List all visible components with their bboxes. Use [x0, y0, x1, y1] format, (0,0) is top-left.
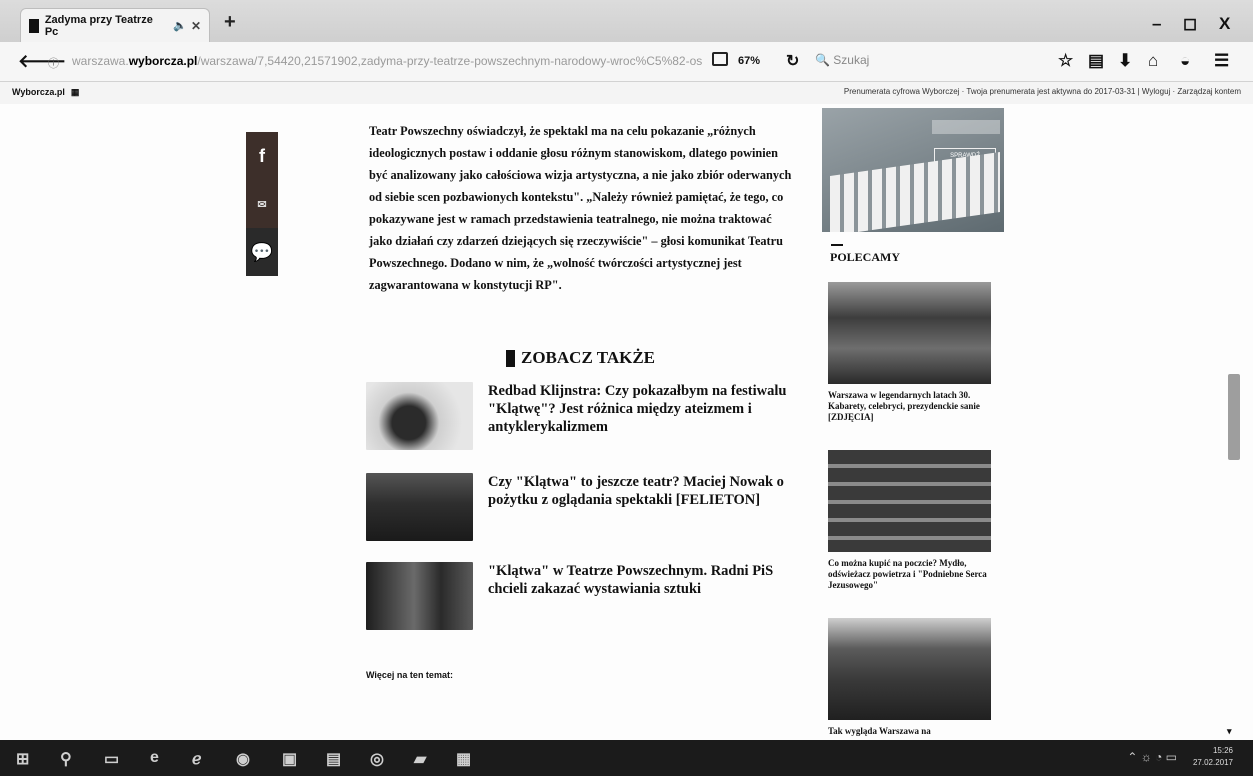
- internet-explorer-icon[interactable]: ℯ: [192, 749, 201, 769]
- related-article[interactable]: "Klątwa" w Teatrze Powszechnym. Radni Pi…: [366, 562, 806, 632]
- comments-button[interactable]: 💬: [246, 228, 278, 276]
- subscription-info[interactable]: Prenumerata cyfrowa Wyborczej · Twoja pr…: [844, 87, 1241, 96]
- url-path: /warszawa/7,54420,21571902,zadyma-przy-t…: [197, 54, 703, 68]
- section-marker-icon: [506, 349, 515, 367]
- site-info-icon[interactable]: ⓘ: [48, 55, 59, 71]
- minimize-button[interactable]: –: [1152, 14, 1161, 34]
- firefox-icon[interactable]: ◉: [236, 749, 250, 769]
- related-article[interactable]: Czy "Klątwa" to jeszcze teatr? Maciej No…: [366, 473, 806, 543]
- system-tray-icons[interactable]: ⌃ ☼ ◔ ▭: [1127, 750, 1177, 764]
- url-domain: wyborcza.pl: [128, 54, 198, 68]
- share-bar: f ✉ 💬: [246, 132, 278, 276]
- section-divider: [831, 244, 843, 246]
- related-article-title[interactable]: "Klątwa" w Teatrze Powszechnym. Radni Pi…: [488, 562, 798, 598]
- pocket-icon[interactable]: ◒: [1180, 51, 1190, 71]
- file-explorer-icon[interactable]: ▰: [414, 749, 426, 769]
- comment-icon: 💬: [250, 241, 274, 262]
- back-arrow-icon[interactable]: 🡐: [18, 51, 66, 72]
- tab-strip: Zadyma przy Teatrze Pc 🔈 ✕ + – ◻ X: [0, 0, 1253, 42]
- close-tab-icon[interactable]: ✕: [191, 19, 201, 33]
- speaker-icon[interactable]: 🔈: [173, 19, 187, 32]
- menu-grid-icon[interactable]: ▦: [71, 87, 80, 97]
- maximize-button[interactable]: ◻: [1183, 14, 1197, 34]
- site-logo-text: Wyborcza.pl: [12, 87, 65, 97]
- article-paragraph: Teatr Powszechny oświadczył, że spektakl…: [369, 124, 792, 292]
- recommended-caption[interactable]: Co można kupić na poczcie? Mydło, odświe…: [828, 558, 993, 591]
- navigation-toolbar: 🡐 ⓘ warszawa.wyborcza.pl/warszawa/7,5442…: [0, 42, 1253, 82]
- media-player-icon[interactable]: ◎: [370, 749, 384, 769]
- recommended-caption[interactable]: Warszawa w legendarnych latach 30. Kabar…: [828, 390, 993, 423]
- menu-icon[interactable]: ☰: [1214, 51, 1229, 71]
- word-icon[interactable]: ▤: [326, 749, 341, 769]
- reload-icon[interactable]: ↻: [786, 51, 799, 71]
- url-prefix: warszawa.: [72, 54, 129, 68]
- search-input[interactable]: 🔍 Szukaj: [815, 53, 869, 67]
- home-icon[interactable]: ⌂: [1148, 51, 1158, 71]
- recommended-caption[interactable]: Tak wygląda Warszawa na: [828, 726, 993, 737]
- tab-title: Zadyma przy Teatrze Pc: [44, 13, 153, 38]
- task-view-icon[interactable]: ▭: [104, 749, 119, 769]
- browser-tab[interactable]: Zadyma przy Teatrze Pc 🔈 ✕: [20, 8, 210, 42]
- clock[interactable]: 15:26 27.02.2017: [1193, 745, 1233, 769]
- search-placeholder: Szukaj: [833, 53, 870, 67]
- more-on-topic-label: Więcej na ten temat:: [366, 670, 453, 680]
- clock-time: 15:26: [1212, 746, 1233, 755]
- related-article-thumbnail[interactable]: [366, 382, 473, 450]
- reader-view-icon[interactable]: [712, 52, 728, 66]
- facebook-icon: f: [259, 145, 265, 166]
- new-tab-button[interactable]: +: [224, 11, 236, 34]
- edge-icon[interactable]: e: [150, 749, 159, 767]
- wyborcza-favicon-icon: [29, 18, 39, 33]
- related-article-thumbnail[interactable]: [366, 473, 473, 541]
- site-top-bar: Wyborcza.pl ▦ Prenumerata cyfrowa Wyborcz…: [0, 82, 1253, 104]
- recommended-heading: POLECAMY: [830, 250, 900, 264]
- email-share-button[interactable]: ✉: [246, 180, 278, 228]
- bookmark-star-icon[interactable]: ☆: [1058, 51, 1073, 71]
- windows-taskbar: ⊞ ⚲ ▭ e ℯ ◉ ▣ ▤ ◎ ▰ ▦ ⌃ ☼ ◔ ▭ 15:26 27.0…: [0, 740, 1253, 776]
- recommended-item[interactable]: Warszawa w legendarnych latach 30. Kabar…: [828, 282, 993, 423]
- related-article-title[interactable]: Czy "Klątwa" to jeszcze teatr? Maciej No…: [488, 473, 798, 509]
- ad-logo: [932, 120, 1000, 134]
- scroll-down-arrow-icon[interactable]: ▾: [1227, 726, 1232, 737]
- download-icon[interactable]: ⬇: [1118, 51, 1132, 71]
- recommended-thumbnail[interactable]: [828, 282, 991, 384]
- app-icon[interactable]: ▦: [456, 749, 471, 769]
- photos-icon[interactable]: ▣: [282, 749, 297, 769]
- url-bar[interactable]: warszawa.wyborcza.pl/warszawa/7,54420,21…: [72, 54, 712, 68]
- close-window-button[interactable]: X: [1219, 14, 1230, 34]
- recommended-item[interactable]: Co można kupić na poczcie? Mydło, odświe…: [828, 450, 993, 591]
- bookmarks-list-icon[interactable]: ▤: [1088, 51, 1104, 71]
- recommended-item[interactable]: Tak wygląda Warszawa na: [828, 618, 993, 737]
- start-menu-icon[interactable]: ⊞: [16, 749, 29, 769]
- zoom-level[interactable]: 67%: [738, 55, 760, 67]
- recommended-thumbnail[interactable]: [828, 618, 991, 720]
- recommended-thumbnail[interactable]: [828, 450, 991, 552]
- related-article-thumbnail[interactable]: [366, 562, 473, 630]
- search-icon: 🔍: [815, 53, 830, 67]
- article-page: f ✉ 💬 Teatr Powszechny oświadczył, że sp…: [0, 104, 1253, 740]
- clock-date: 27.02.2017: [1192, 758, 1233, 767]
- related-article[interactable]: Redbad Klijnstra: Czy pokazałbym na fest…: [366, 382, 806, 452]
- site-logo-link[interactable]: Wyborcza.pl ▦: [12, 87, 79, 98]
- see-also-title: ZOBACZ TAKŻE: [521, 348, 655, 367]
- search-icon[interactable]: ⚲: [60, 749, 72, 769]
- ad-building-image: [830, 152, 1000, 232]
- mail-icon: ✉: [257, 198, 267, 211]
- facebook-share-button[interactable]: f: [246, 132, 278, 180]
- related-article-title[interactable]: Redbad Klijnstra: Czy pokazałbym na fest…: [488, 382, 798, 436]
- advertisement-banner[interactable]: SPRAWDŹ: [822, 108, 1004, 232]
- see-also-heading: ZOBACZ TAKŻE: [506, 348, 655, 368]
- scrollbar-thumb[interactable]: [1228, 374, 1240, 460]
